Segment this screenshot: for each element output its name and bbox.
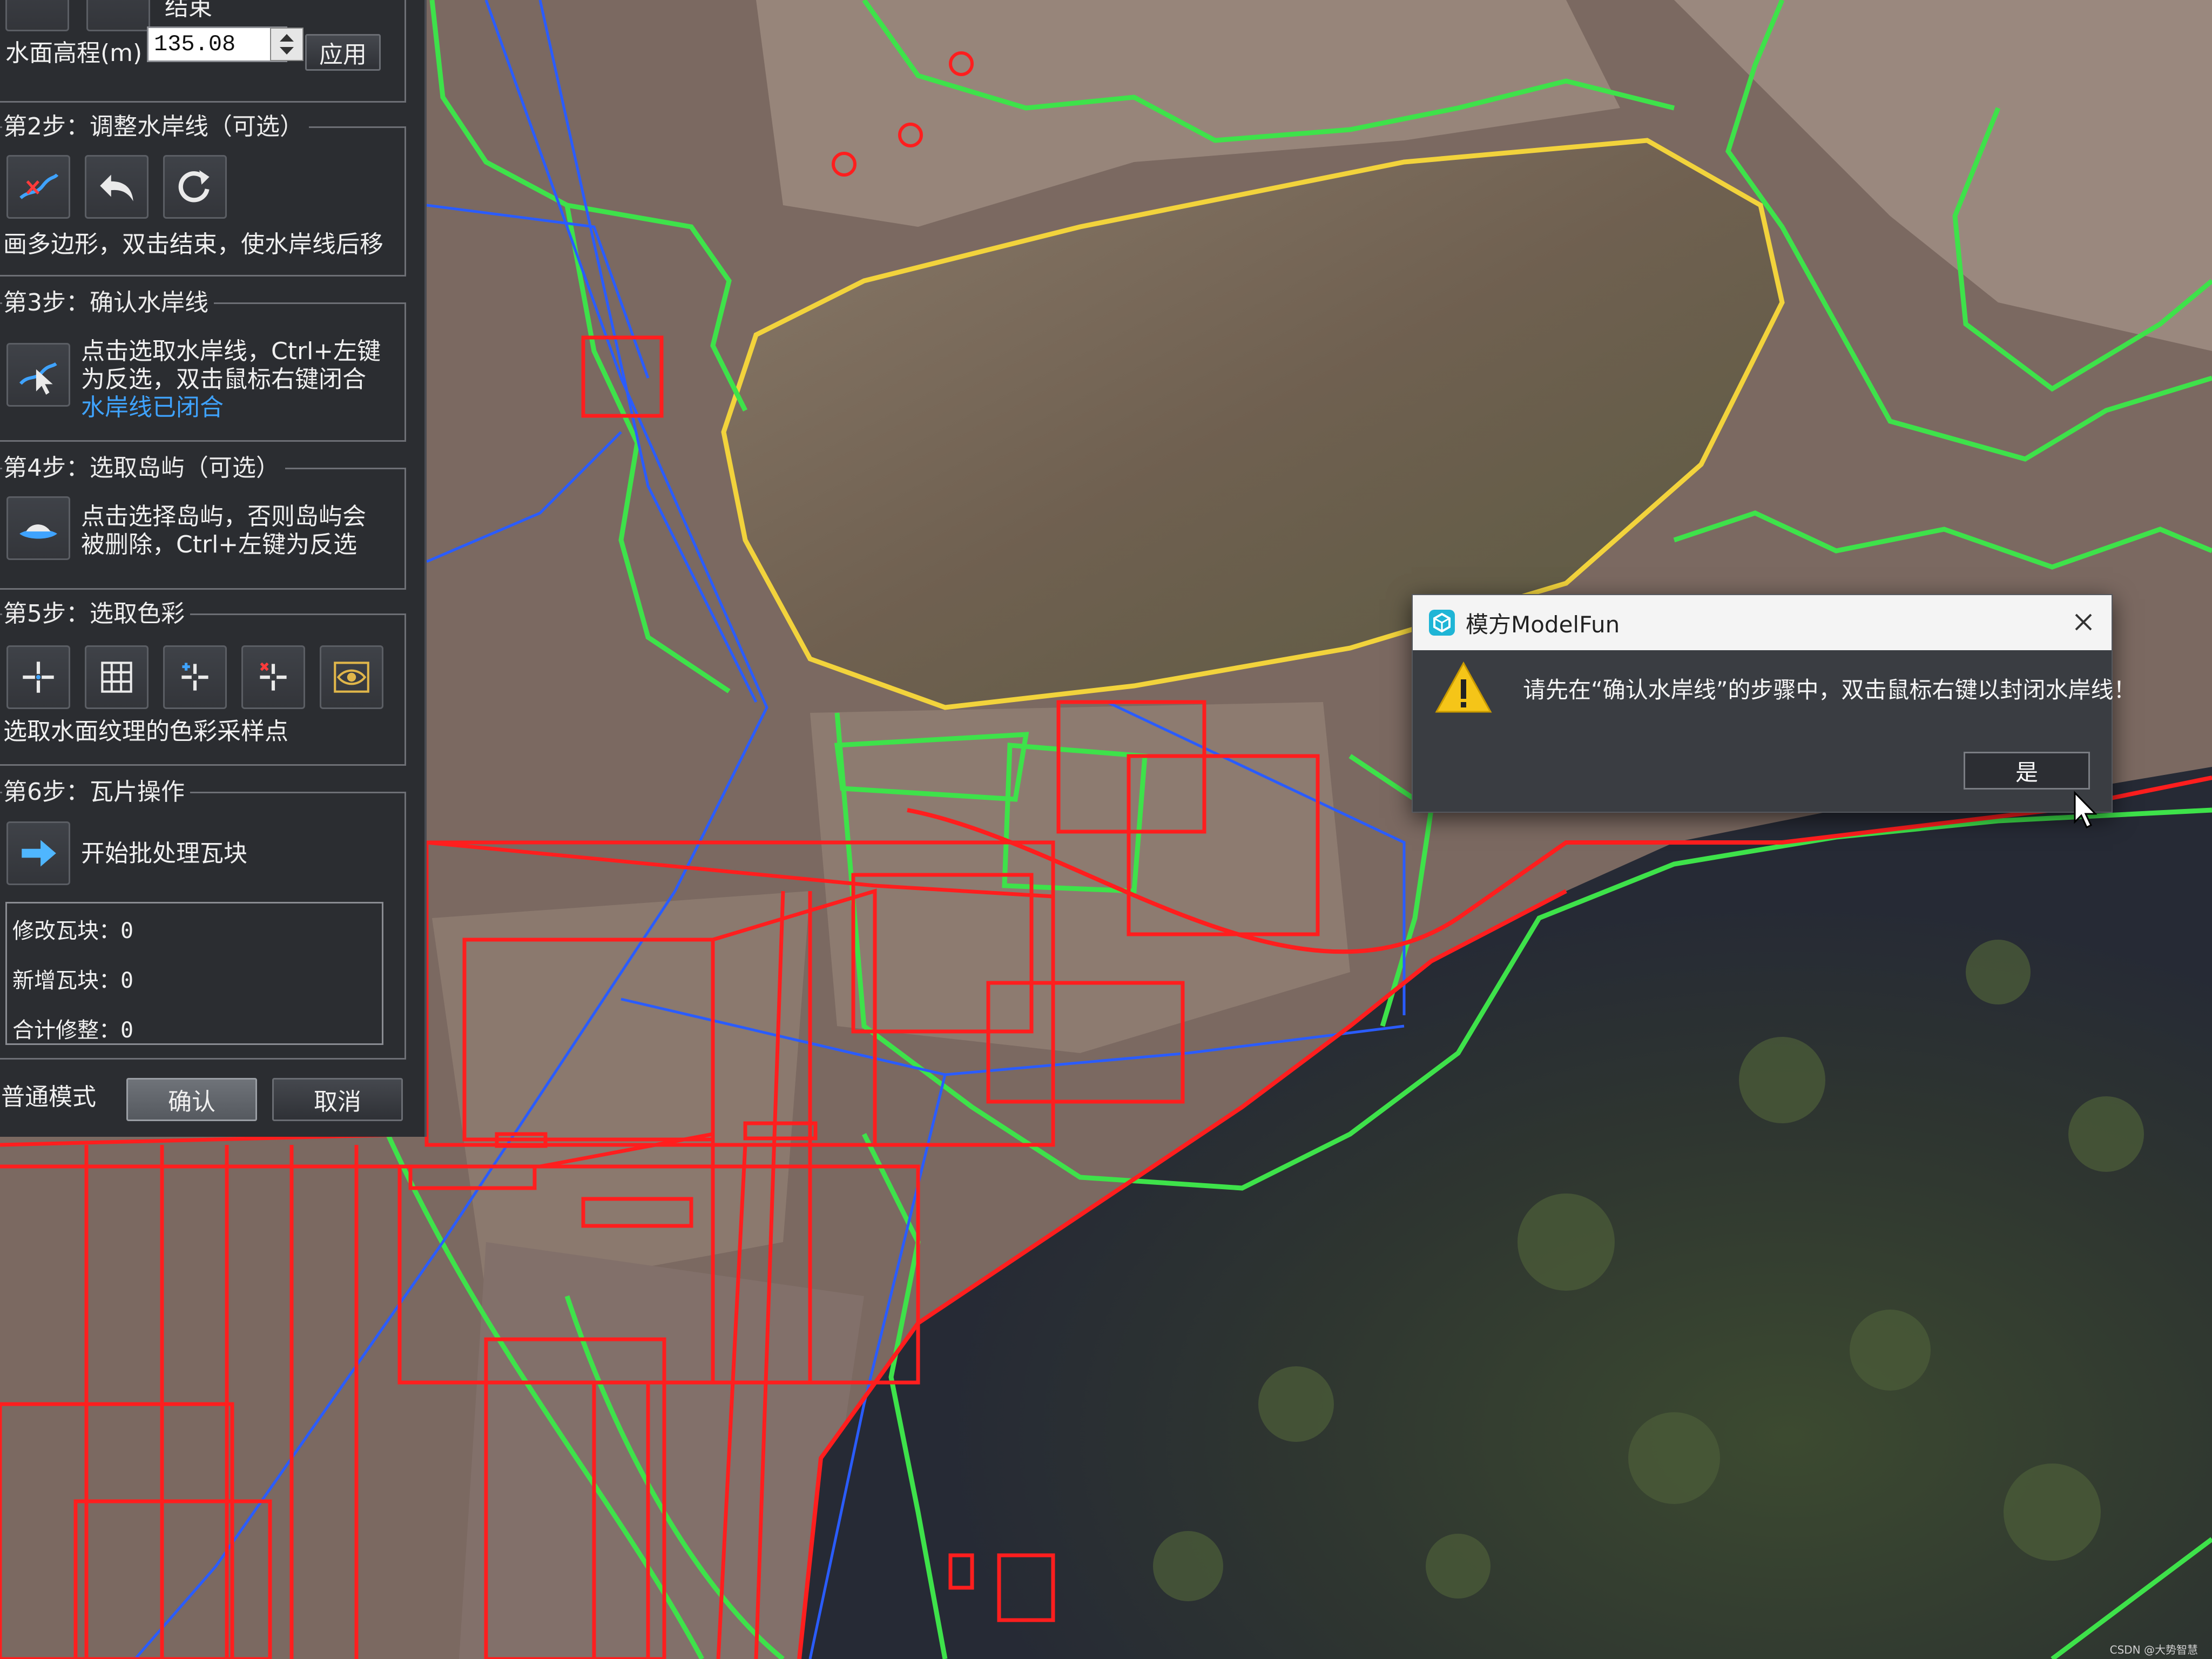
modified-tiles: 修改瓦块：0 — [12, 919, 134, 943]
grid-sample-button[interactable] — [85, 645, 149, 709]
shoreline-tool-panel: 结束 水面高程(m) 应用 第2步：调整水岸线（可选） 画多边形，双击结束，使水… — [0, 0, 427, 1137]
start-batch-label: 开始批处理瓦块 — [81, 840, 247, 867]
draw-shoreline-icon — [19, 173, 59, 199]
step6-title: 第6步：瓦片操作 — [2, 777, 190, 807]
crosshair-add-icon — [181, 663, 208, 691]
water-level-label: 水面高程(m) — [5, 39, 143, 67]
crosshair-remove-icon — [260, 662, 287, 691]
mode-label[interactable]: 普通模式 — [1, 1082, 96, 1112]
total-fixed: 合计修整：0 — [12, 1018, 134, 1043]
refresh-button[interactable] — [163, 155, 227, 219]
dialog-message: 请先在“确认水岸线”的步骤中，双击鼠标右键以封闭水岸线！ — [1523, 677, 2136, 703]
undo-button[interactable] — [85, 155, 149, 219]
step5-title: 第5步：选取色彩 — [2, 599, 190, 629]
step2-description: 画多边形，双击结束，使水岸线后移 — [3, 231, 383, 258]
island-icon — [19, 524, 57, 539]
watermark: CSDN @大势智慧 — [2110, 1643, 2198, 1656]
pick-color-button[interactable] — [6, 645, 70, 709]
ok-button[interactable]: 是 — [1964, 752, 2090, 790]
step3-description-line1: 点击选取水岸线，Ctrl+左键 — [81, 338, 381, 365]
dialog-title: 模方ModelFun — [1466, 611, 1620, 638]
app-logo-icon — [1428, 609, 1456, 637]
step4-description-line2: 被删除，Ctrl+左键为反选 — [81, 531, 358, 558]
step3-title: 第3步：确认水岸线 — [2, 288, 214, 318]
step4-group: 第4步：选取岛屿（可选） 点击选择岛屿，否则岛屿会 被删除，Ctrl+左键为反选 — [0, 453, 406, 590]
select-shoreline-icon — [19, 362, 57, 395]
shoreline-closed-status: 水岸线已闭合 — [81, 394, 224, 421]
eye-icon — [334, 662, 369, 693]
step5-description: 选取水面纹理的色彩采样点 — [3, 718, 288, 745]
warning-icon — [1434, 661, 1493, 717]
step2-title: 第2步：调整水岸线（可选） — [2, 112, 309, 142]
step4-title: 第4步：选取岛屿（可选） — [2, 453, 285, 483]
undo-icon — [100, 174, 133, 201]
start-batch-button[interactable] — [6, 821, 70, 885]
water-level-input[interactable] — [147, 26, 287, 62]
tile-stats-box: 修改瓦块：0 新增瓦块：0 合计修整：0 — [5, 902, 383, 1045]
apply-button[interactable]: 应用 — [305, 34, 381, 71]
crosshair-icon — [23, 662, 54, 693]
refresh-icon — [178, 170, 210, 203]
step5-group: 第5步：选取色彩 选取水面纹理的色彩采样点 — [0, 599, 406, 766]
added-tiles: 新增瓦块：0 — [12, 968, 134, 993]
select-island-button[interactable] — [6, 496, 70, 560]
draw-shoreline-button[interactable] — [6, 155, 70, 219]
cancel-button[interactable]: 取消 — [272, 1078, 403, 1121]
step1-group: 水面高程(m) 应用 — [0, 0, 406, 103]
add-sample-button[interactable] — [163, 645, 227, 709]
water-level-stepper[interactable] — [270, 28, 304, 61]
step3-group: 第3步：确认水岸线 点击选取水岸线，Ctrl+左键 为反选，双击鼠标右键闭合 水… — [0, 288, 406, 442]
preview-button[interactable] — [320, 645, 383, 709]
confirm-button[interactable]: 确认 — [126, 1078, 257, 1121]
select-shoreline-button[interactable] — [6, 343, 70, 407]
warning-dialog: 模方ModelFun 请先在“确认水岸线”的步骤中，双击鼠标右键以封闭水岸线！ … — [1412, 594, 2136, 813]
step4-description-line1: 点击选择岛屿，否则岛屿会 — [81, 503, 366, 530]
arrow-right-icon — [22, 840, 56, 867]
mouse-cursor-icon — [2074, 791, 2098, 829]
close-icon[interactable] — [2068, 607, 2099, 637]
step2-group: 第2步：调整水岸线（可选） 画多边形，双击结束，使水岸线后移 — [0, 112, 406, 276]
remove-sample-button[interactable] — [241, 645, 305, 709]
dialog-titlebar[interactable]: 模方ModelFun — [1413, 595, 2112, 650]
step3-description-line2: 为反选，双击鼠标右键闭合 — [81, 366, 366, 393]
grid-icon — [101, 662, 132, 693]
